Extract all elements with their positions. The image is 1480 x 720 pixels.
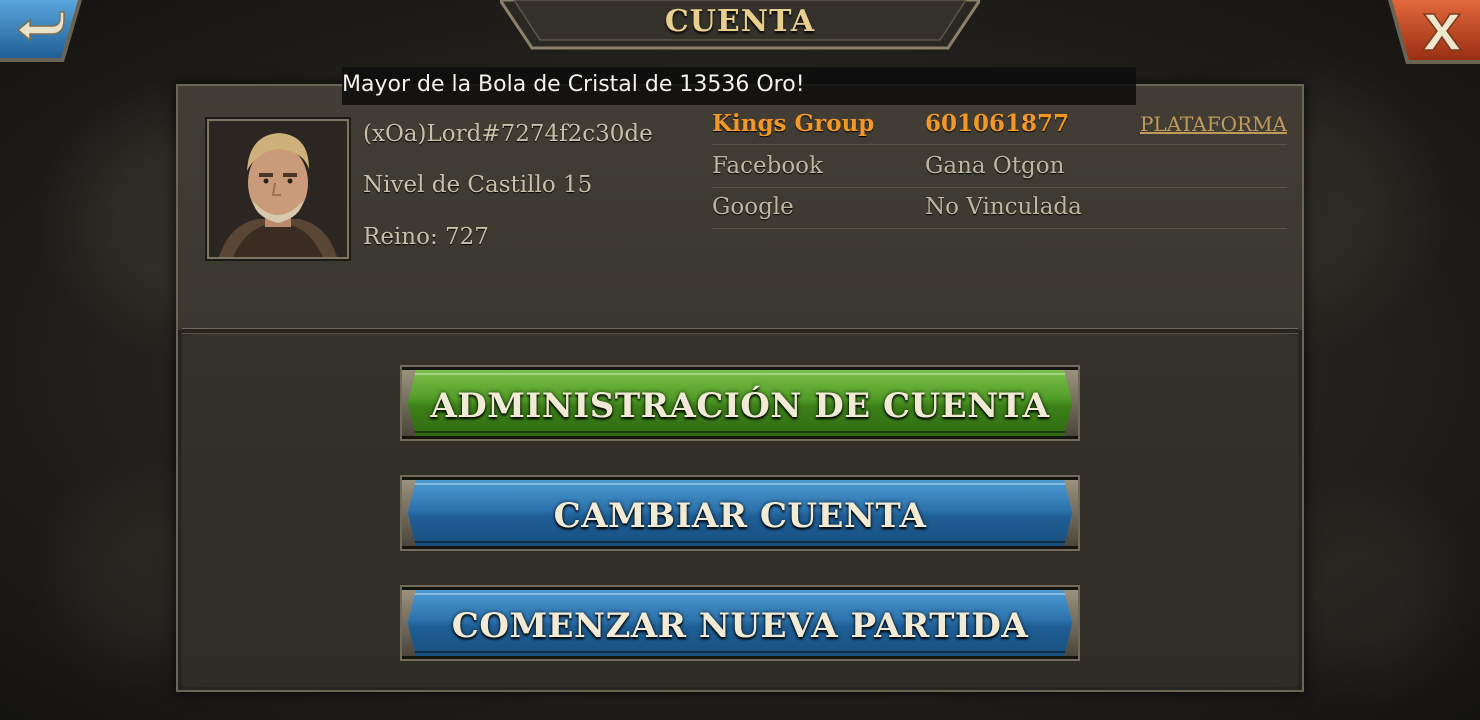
- close-button[interactable]: [1388, 0, 1480, 64]
- avatar: [207, 119, 349, 259]
- avatar-portrait-icon: [209, 121, 347, 257]
- platform-link[interactable]: PLATAFORMA: [1140, 112, 1287, 136]
- button-label: COMENZAR NUEVA PARTIDA: [451, 606, 1029, 646]
- button-label: CAMBIAR CUENTA: [553, 496, 927, 536]
- account-value: Gana Otgon: [925, 153, 1065, 179]
- account-value: 601061877: [925, 110, 1070, 137]
- player-name: (xOa)Lord#7274f2c30de: [363, 121, 653, 147]
- account-platform: Google: [712, 194, 794, 220]
- ticker-message: Mayor de la Bola de Cristal de 13536 Oro…: [342, 72, 805, 97]
- account-platform: Facebook: [712, 153, 823, 179]
- castle-level: Nivel de Castillo 15: [363, 172, 593, 198]
- back-button[interactable]: [0, 0, 82, 62]
- title-banner: CUENTA: [500, 0, 980, 52]
- page-title: CUENTA: [664, 4, 816, 39]
- account-row-facebook: Facebook Gana Otgon: [712, 147, 1287, 188]
- new-game-button[interactable]: COMENZAR NUEVA PARTIDA: [400, 585, 1080, 661]
- back-arrow-icon: [0, 0, 82, 62]
- account-row-google: Google No Vinculada: [712, 188, 1287, 229]
- account-row-kings-group: Kings Group 601061877 PLATAFORMA: [712, 104, 1287, 145]
- account-value: No Vinculada: [925, 194, 1082, 220]
- button-label: ADMINISTRACIÓN DE CUENTA: [430, 386, 1050, 426]
- kingdom-number: Reino: 727: [363, 224, 489, 250]
- section-divider: [182, 328, 1298, 334]
- close-x-icon: [1388, 0, 1480, 64]
- account-management-button[interactable]: ADMINISTRACIÓN DE CUENTA: [400, 365, 1080, 441]
- notification-ticker: Mayor de la Bola de Cristal de 13536 Oro…: [342, 67, 1136, 105]
- account-platform: Kings Group: [712, 110, 875, 137]
- switch-account-button[interactable]: CAMBIAR CUENTA: [400, 475, 1080, 551]
- account-screen: CUENTA (xOa)Lord#7274f2c30de Nivel de Ca…: [0, 0, 1480, 720]
